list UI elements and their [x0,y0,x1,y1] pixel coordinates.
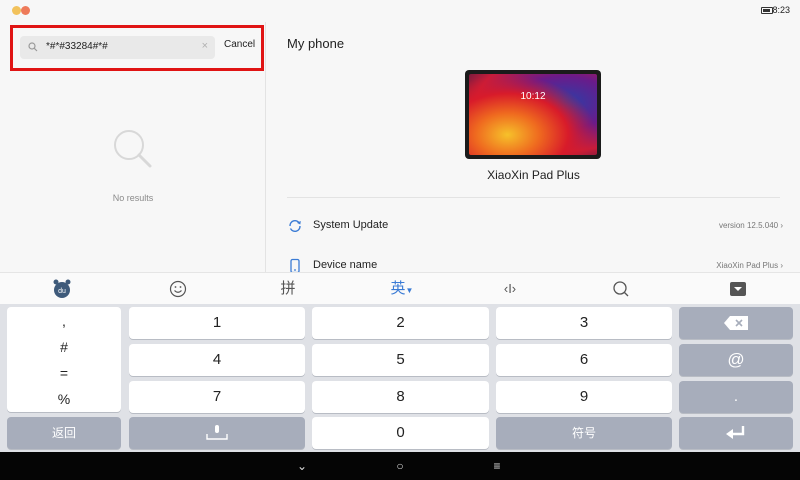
system-update-row[interactable]: System Update version 12.5.040 › [287,213,787,239]
key-5[interactable]: 5 [312,344,489,376]
navigation-bar: ⌄ ○ ≡ [0,452,800,480]
my-phone-panel: My phone 10:12 XiaoXin Pad Plus System U… [267,22,800,274]
page-title: My phone [287,36,345,51]
no-results-text: No results [112,193,154,203]
at-key[interactable]: @ [679,344,793,376]
menu-icon[interactable]: ≡ [487,457,507,475]
symbol-key[interactable]: , [7,313,121,329]
chevron-down-icon[interactable]: ⌄ [292,457,312,475]
keyboard: , # = % 1 2 3 4 5 6 @ 7 8 9 . 返回 0 符号 [0,304,800,452]
search-input[interactable]: *#*#33284#*# × [20,36,215,59]
baidu-ime-logo-icon[interactable]: du [42,277,82,301]
row-label: System Update [313,219,389,231]
search-query[interactable]: *#*#33284#*# [46,41,108,52]
empty-search-icon [114,130,152,168]
space-key[interactable] [129,417,305,449]
chevron-right-icon: › [780,221,783,230]
keyboard-toolbar: du 拼 英▼ ‹I› [0,272,800,304]
status-time: 8:23 [772,5,790,15]
caret-down-icon: ▼ [405,286,414,295]
enter-icon [726,426,745,439]
clear-icon[interactable]: × [202,40,208,52]
device-wallpaper: 10:12 [469,74,597,155]
key-3[interactable]: 3 [496,307,672,339]
microphone-icon [206,425,228,440]
row-value: XiaoXin Pad Plus › [716,261,783,270]
battery-icon [761,7,773,14]
chevron-right-icon: › [780,261,783,270]
search-panel: *#*#33284#*# × Cancel No results [0,22,266,272]
key-9[interactable]: 9 [496,381,672,413]
symbol-key[interactable]: = [7,365,121,381]
row-label: Device name [313,259,378,271]
home-icon[interactable]: ○ [390,457,410,475]
hide-keyboard-icon[interactable] [718,277,758,301]
backspace-key[interactable] [679,307,793,339]
cancel-button[interactable]: Cancel [224,39,255,50]
english-mode-button[interactable]: 英▼ [382,277,422,301]
emoji-icon[interactable] [158,277,198,301]
pinyin-mode-button[interactable]: 拼 [268,277,308,301]
ime-logo-text: du [58,288,66,295]
divider [287,197,780,198]
dot-key[interactable]: . [679,381,793,413]
enter-key[interactable] [679,417,793,449]
status-bar: 8:23 [0,0,800,22]
back-key[interactable]: 返回 [7,417,121,449]
device-model-name: XiaoXin Pad Plus [487,168,580,182]
search-icon[interactable] [601,277,641,301]
refresh-icon [289,219,301,233]
app-indicator-icon [21,6,30,15]
key-1[interactable]: 1 [129,307,305,339]
bear-paw-icon: du [53,279,71,298]
key-8[interactable]: 8 [312,381,489,413]
app-indicator-icon [12,6,21,15]
symbol-column[interactable]: , # = % [7,307,121,412]
row-value: version 12.5.040 › [718,221,783,230]
key-6[interactable]: 6 [496,344,672,376]
device-image: 10:12 [465,70,601,159]
symbol-key[interactable]: % [7,391,121,407]
screen: 8:23 *#*#33284#*# × Cancel No results My… [0,0,800,480]
key-4[interactable]: 4 [129,344,305,376]
cursor-move-button[interactable]: ‹I› [490,277,530,301]
search-icon [28,42,38,52]
backspace-icon [724,316,748,330]
key-2[interactable]: 2 [312,307,489,339]
key-0[interactable]: 0 [312,417,489,449]
symbols-key[interactable]: 符号 [496,417,672,449]
search-highlight: *#*#33284#*# × Cancel [10,25,264,71]
symbol-key[interactable]: # [7,339,121,355]
key-7[interactable]: 7 [129,381,305,413]
device-screen-time: 10:12 [520,91,546,102]
